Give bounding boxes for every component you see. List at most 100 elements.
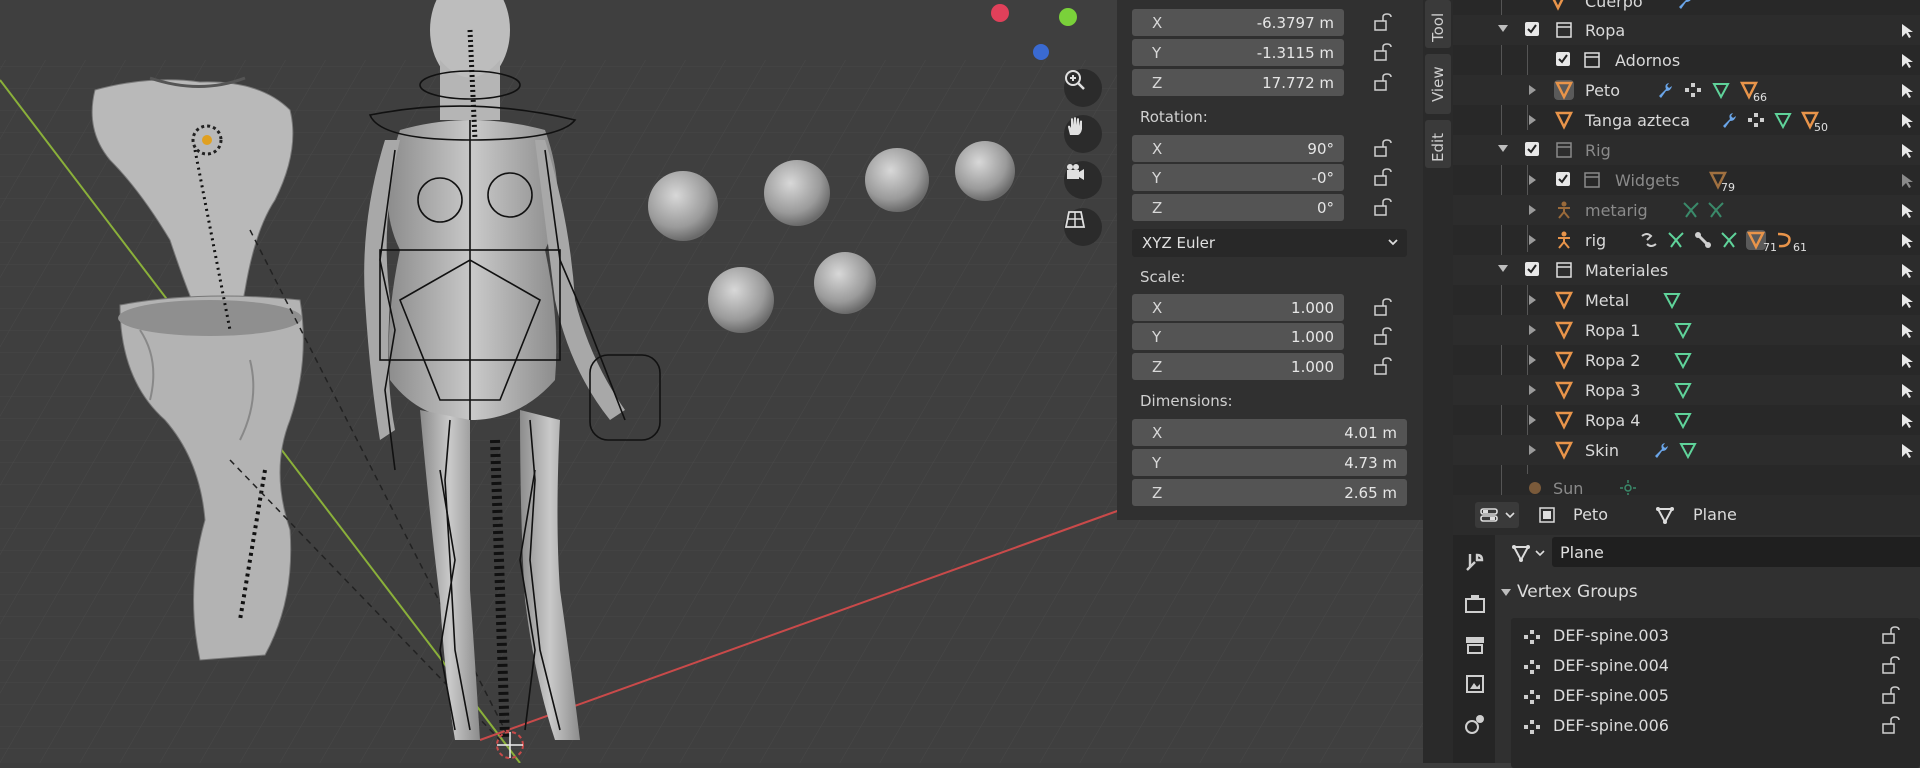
checkbox-icon[interactable]	[1525, 142, 1539, 156]
location-z-field[interactable]: Z 17.772 m	[1132, 69, 1344, 96]
outliner-item-rig-collection[interactable]: Rig	[1453, 135, 1920, 165]
location-y-field[interactable]: Y -1.3115 m	[1132, 39, 1344, 66]
expand-arrow-icon[interactable]	[1529, 355, 1536, 365]
outliner-item-ropa[interactable]: Ropa	[1453, 15, 1920, 45]
checkbox-icon[interactable]	[1556, 52, 1570, 66]
expand-arrow-icon[interactable]	[1529, 295, 1536, 305]
checkbox-icon[interactable]	[1525, 22, 1539, 36]
breadcrumb-object[interactable]: Peto	[1573, 505, 1608, 524]
zoom-icon[interactable]	[1064, 69, 1102, 107]
outliner-item-ropa-4[interactable]: Ropa 4	[1453, 405, 1920, 435]
select-cursor-icon[interactable]	[1901, 353, 1915, 369]
outliner-item-widgets[interactable]: Widgets 79	[1453, 165, 1920, 195]
view-layer-icon[interactable]	[1462, 671, 1488, 697]
editor-type-dropdown[interactable]	[1475, 502, 1519, 528]
outliner-item-materiales[interactable]: Materiales	[1453, 255, 1920, 285]
mesh-datablock-selector[interactable]	[1509, 539, 1549, 565]
render-icon[interactable]	[1462, 591, 1488, 617]
rotation-mode-dropdown[interactable]: XYZ Euler	[1132, 229, 1407, 257]
dimensions-x-field[interactable]: X 4.01 m	[1132, 419, 1407, 446]
lock-icon[interactable]	[1373, 73, 1393, 91]
tool-settings-icon[interactable]	[1462, 549, 1488, 575]
outliner-item-rig[interactable]: rig 71 61	[1453, 225, 1920, 255]
select-cursor-icon[interactable]	[1901, 293, 1915, 309]
list-item[interactable]: DEF-spine.004	[1511, 650, 1920, 680]
lock-icon[interactable]	[1373, 43, 1393, 61]
lock-icon[interactable]	[1373, 327, 1393, 345]
expand-arrow-icon[interactable]	[1529, 85, 1536, 95]
select-cursor-icon[interactable]	[1901, 203, 1915, 219]
checkbox-icon[interactable]	[1525, 262, 1539, 276]
lock-icon[interactable]	[1881, 686, 1903, 704]
select-cursor-icon[interactable]	[1901, 323, 1915, 339]
collapse-arrow-icon[interactable]	[1498, 265, 1508, 272]
collapse-arrow-icon[interactable]	[1498, 25, 1508, 32]
select-cursor-icon[interactable]	[1901, 113, 1915, 129]
expand-arrow-icon[interactable]	[1529, 115, 1536, 125]
expand-arrow-icon[interactable]	[1529, 235, 1536, 245]
outliner-item-peto[interactable]: Peto 66	[1453, 75, 1920, 105]
vertex-groups-panel-header[interactable]: Vertex Groups	[1495, 577, 1920, 607]
grid-ortho-icon[interactable]	[1064, 208, 1102, 246]
rotation-y-field[interactable]: Y -0°	[1132, 164, 1344, 191]
lock-icon[interactable]	[1373, 198, 1393, 216]
lock-icon[interactable]	[1881, 626, 1903, 644]
dimensions-y-field[interactable]: Y 4.73 m	[1132, 449, 1407, 476]
select-cursor-icon[interactable]	[1901, 83, 1915, 99]
collapse-arrow-icon[interactable]	[1498, 145, 1508, 152]
expand-arrow-icon[interactable]	[1529, 325, 1536, 335]
lock-icon[interactable]	[1373, 13, 1393, 31]
rotation-x-field[interactable]: X 90°	[1132, 135, 1344, 162]
hand-pan-icon[interactable]	[1064, 115, 1102, 153]
scene-icon[interactable]	[1462, 711, 1488, 737]
outliner-item-cuerpo[interactable]: Cuerpo	[1453, 0, 1920, 16]
list-item[interactable]: DEF-spine.006	[1511, 710, 1920, 740]
breadcrumb-data[interactable]: Plane	[1693, 505, 1737, 524]
lock-icon[interactable]	[1373, 357, 1393, 375]
outliner-item-metarig[interactable]: metarig	[1453, 195, 1920, 225]
list-item[interactable]: DEF-spine.003	[1511, 620, 1920, 650]
expand-arrow-icon[interactable]	[1529, 415, 1536, 425]
lock-icon[interactable]	[1881, 656, 1903, 674]
scale-y-field[interactable]: Y 1.000	[1132, 323, 1344, 350]
outliner-item-skin[interactable]: Skin	[1453, 435, 1920, 465]
expand-arrow-icon[interactable]	[1529, 385, 1536, 395]
lock-icon[interactable]	[1881, 716, 1903, 734]
output-icon[interactable]	[1462, 631, 1488, 657]
camera-icon[interactable]	[1064, 161, 1102, 199]
lock-icon[interactable]	[1373, 168, 1393, 186]
select-cursor-icon[interactable]	[1901, 443, 1915, 459]
mesh-name-field[interactable]: Plane	[1552, 537, 1920, 567]
scale-z-field[interactable]: Z 1.000	[1132, 353, 1344, 380]
lock-icon[interactable]	[1373, 298, 1393, 316]
select-cursor-icon[interactable]	[1901, 413, 1915, 429]
scale-x-field[interactable]: X 1.000	[1132, 294, 1344, 321]
select-cursor-icon[interactable]	[1901, 233, 1915, 249]
location-x-field[interactable]: X -6.3797 m	[1132, 9, 1344, 36]
select-cursor-icon[interactable]	[1901, 53, 1915, 69]
expand-arrow-icon[interactable]	[1529, 205, 1536, 215]
tab-edit[interactable]: Edit	[1425, 120, 1451, 168]
outliner-item-ropa-3[interactable]: Ropa 3	[1453, 375, 1920, 405]
outliner-item-ropa-2[interactable]: Ropa 2	[1453, 345, 1920, 375]
axis-label: Y	[1152, 44, 1162, 62]
lock-icon[interactable]	[1373, 139, 1393, 157]
outliner-item-metal[interactable]: Metal	[1453, 285, 1920, 315]
select-cursor-icon[interactable]	[1901, 263, 1915, 279]
outliner-item-adornos[interactable]: Adornos	[1453, 45, 1920, 75]
select-cursor-icon[interactable]	[1901, 383, 1915, 399]
rotation-z-field[interactable]: Z 0°	[1132, 194, 1344, 221]
list-item[interactable]: DEF-spine.005	[1511, 680, 1920, 710]
expand-arrow-icon[interactable]	[1529, 445, 1536, 455]
tab-tool[interactable]: Tool	[1425, 0, 1451, 48]
outliner-item-ropa-1[interactable]: Ropa 1	[1453, 315, 1920, 345]
select-cursor-icon[interactable]	[1901, 23, 1915, 39]
outliner-item-sun[interactable]: Sun	[1453, 473, 1920, 495]
dimensions-z-field[interactable]: Z 2.65 m	[1132, 479, 1407, 506]
select-cursor-icon[interactable]	[1901, 173, 1915, 189]
checkbox-icon[interactable]	[1556, 172, 1570, 186]
tab-view[interactable]: View	[1425, 54, 1451, 114]
expand-arrow-icon[interactable]	[1529, 175, 1536, 185]
outliner-item-tanga-azteca[interactable]: Tanga azteca 50	[1453, 105, 1920, 135]
select-cursor-icon[interactable]	[1901, 143, 1915, 159]
